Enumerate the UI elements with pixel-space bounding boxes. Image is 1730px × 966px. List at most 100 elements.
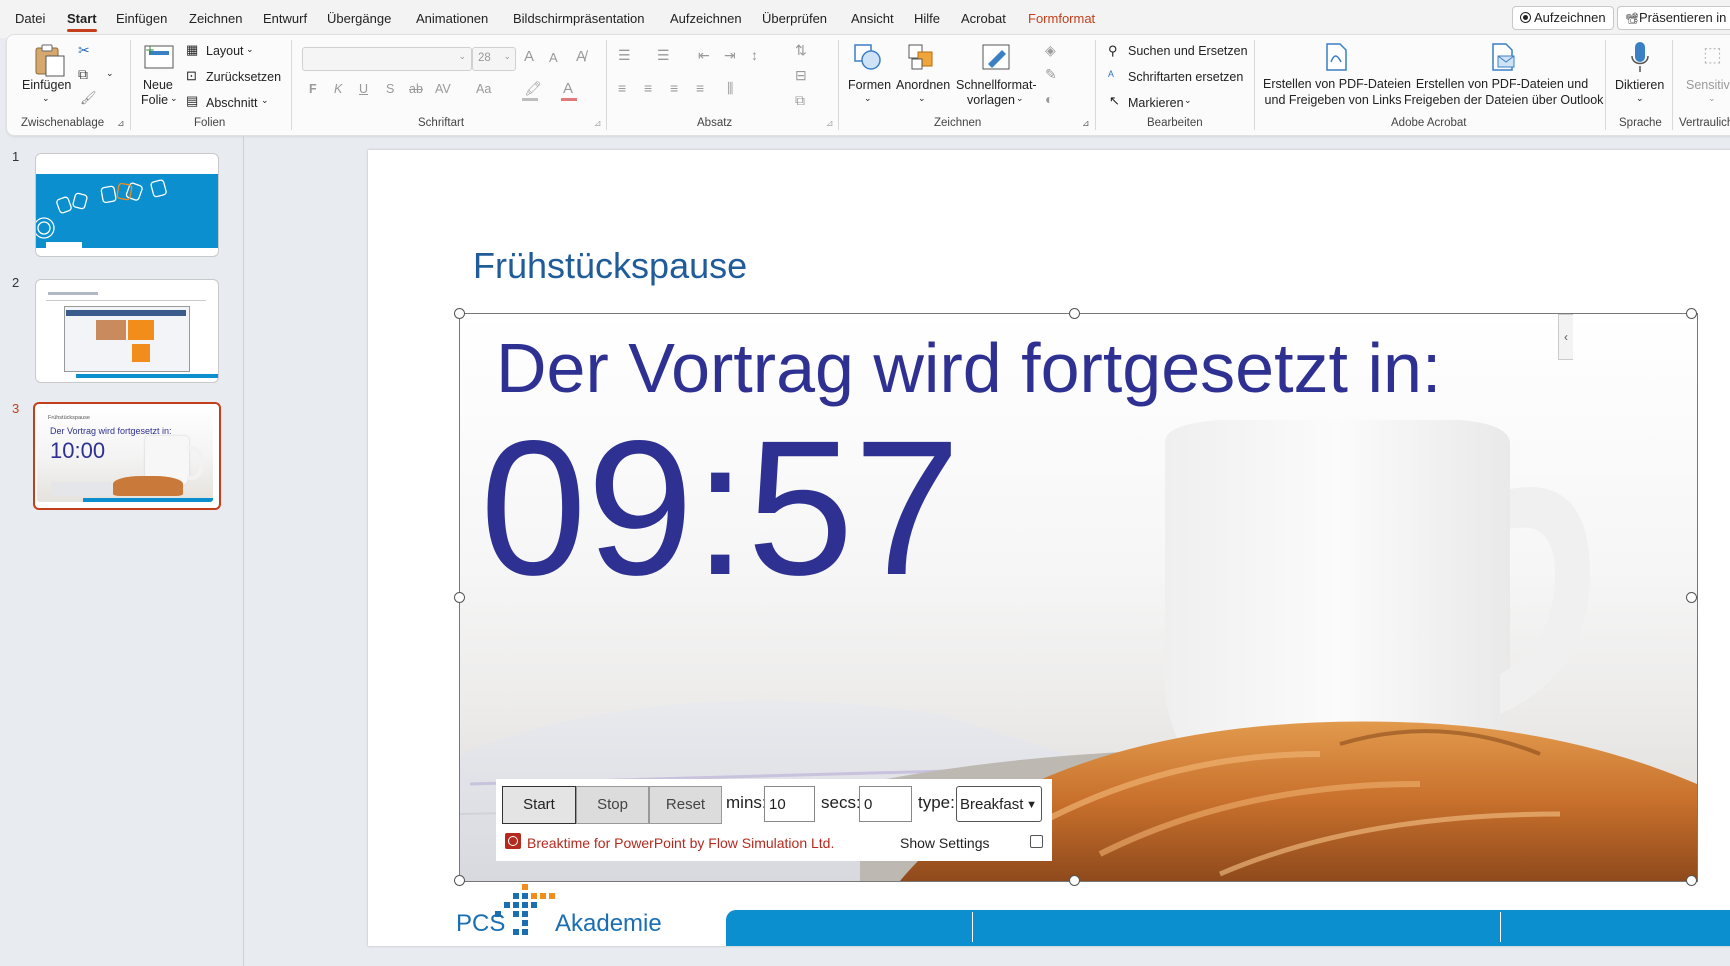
create-pdf-outlook-label-2[interactable]: Freigeben der Dateien über Outlook bbox=[1404, 93, 1603, 107]
tab-ueberpruefen[interactable]: Überprüfen bbox=[762, 11, 827, 26]
strikethrough-button[interactable]: ab bbox=[409, 82, 423, 96]
line-spacing-icon[interactable]: ↕ bbox=[751, 47, 758, 63]
search-icon[interactable]: ⚲ bbox=[1108, 43, 1118, 59]
font-grow-button[interactable]: A bbox=[524, 48, 534, 65]
dictate-chevron-icon[interactable]: ⌄ bbox=[1636, 93, 1644, 104]
tab-aufzeichnen[interactable]: Aufzeichnen bbox=[670, 11, 742, 26]
columns-icon[interactable]: ⫼ bbox=[727, 80, 733, 97]
slide-thumbnail-3[interactable]: Frühstückspause Der Vortrag wird fortges… bbox=[33, 402, 221, 510]
align-left-icon[interactable]: ≡ bbox=[618, 80, 626, 96]
reset-slide-button[interactable]: Zurücksetzen bbox=[206, 70, 281, 84]
pdf-link-icon[interactable] bbox=[1322, 42, 1350, 77]
select-button[interactable]: Markieren bbox=[1128, 96, 1184, 110]
underline-button[interactable]: U bbox=[359, 82, 368, 96]
resize-handle-top-right[interactable] bbox=[1686, 308, 1697, 319]
new-slide-chevron-icon[interactable]: ⌄ bbox=[170, 93, 178, 104]
new-slide-icon[interactable]: + bbox=[143, 42, 175, 77]
shadow-button[interactable]: S bbox=[386, 82, 394, 96]
tab-einfuegen[interactable]: Einfügen bbox=[116, 11, 167, 26]
clear-formatting-icon[interactable]: A̸ bbox=[576, 48, 586, 65]
shape-fill-icon[interactable]: ◈ bbox=[1045, 42, 1056, 59]
slide-canvas[interactable]: Frühstückspause ‹ Der Vortrag wird fortg… bbox=[368, 150, 1730, 946]
change-case-button[interactable]: Aa bbox=[476, 82, 491, 96]
align-right-icon[interactable]: ≡ bbox=[670, 80, 678, 96]
text-direction-icon[interactable]: ⇅ bbox=[795, 42, 807, 59]
sensitivity-icon[interactable]: ⬚ bbox=[1703, 42, 1722, 67]
drawing-launcher-icon[interactable]: ⊿ bbox=[1082, 118, 1090, 129]
paste-icon[interactable] bbox=[32, 42, 66, 83]
resize-handle-bottom-right[interactable] bbox=[1686, 875, 1697, 886]
tab-start[interactable]: Start bbox=[67, 11, 97, 32]
tab-formformat[interactable]: Formformat bbox=[1028, 11, 1095, 26]
font-size-select[interactable]: 28 ⌄ bbox=[472, 47, 516, 71]
create-pdf-outlook-label-1[interactable]: Erstellen von PDF-Dateien und bbox=[1404, 77, 1600, 91]
tab-ansicht[interactable]: Ansicht bbox=[851, 11, 894, 26]
tab-datei[interactable]: Datei bbox=[15, 11, 45, 26]
replace-fonts-button[interactable]: Schriftarten ersetzen bbox=[1128, 70, 1243, 84]
section-chevron-icon[interactable]: ⌄ bbox=[261, 95, 269, 106]
show-settings-checkbox[interactable] bbox=[1030, 835, 1043, 848]
bold-button[interactable]: F bbox=[309, 82, 317, 96]
layout-icon[interactable]: ▦ bbox=[186, 42, 198, 58]
cut-icon[interactable]: ✂ bbox=[78, 42, 90, 59]
breaktime-credit-link[interactable]: Breaktime for PowerPoint by Flow Simulat… bbox=[527, 835, 834, 851]
reset-button[interactable]: Reset bbox=[649, 786, 722, 824]
slide-thumbnail-2[interactable] bbox=[35, 279, 219, 383]
replace-fonts-icon[interactable]: ᴬ bbox=[1108, 68, 1114, 83]
new-slide-label[interactable]: Neue bbox=[143, 78, 173, 92]
present-button[interactable]: 📽Präsentieren in T bbox=[1617, 6, 1730, 30]
quick-styles-icon[interactable] bbox=[980, 42, 1014, 77]
copy-icon[interactable]: ⧉ bbox=[78, 66, 88, 83]
tab-entwurf[interactable]: Entwurf bbox=[263, 11, 307, 26]
paragraph-launcher-icon[interactable]: ⊿ bbox=[826, 118, 834, 129]
dictate-button-label[interactable]: Diktieren bbox=[1615, 78, 1664, 92]
slide-title[interactable]: Frühstückspause bbox=[473, 245, 747, 287]
microphone-icon[interactable] bbox=[1629, 40, 1651, 79]
shape-outline-icon[interactable]: ✎ bbox=[1045, 66, 1057, 83]
reset-icon[interactable]: ⊡ bbox=[186, 68, 197, 84]
sensitivity-button-label[interactable]: Sensitivi bbox=[1686, 78, 1730, 92]
slide-thumbnail-1[interactable] bbox=[35, 153, 219, 257]
arrange-icon[interactable] bbox=[906, 42, 938, 77]
shape-effects-icon[interactable]: ◐ bbox=[1045, 91, 1053, 107]
decrease-indent-icon[interactable]: ⇤ bbox=[698, 47, 710, 64]
font-color-icon[interactable]: A bbox=[563, 80, 573, 97]
arrange-chevron-icon[interactable]: ⌄ bbox=[918, 93, 926, 104]
section-icon[interactable]: ▤ bbox=[186, 93, 198, 109]
tab-hilfe[interactable]: Hilfe bbox=[914, 11, 940, 26]
tab-bildschirmpraesentation[interactable]: Bildschirmpräsentation bbox=[513, 11, 645, 26]
shapes-button-label[interactable]: Formen bbox=[848, 78, 891, 92]
resize-handle-top[interactable] bbox=[1069, 308, 1080, 319]
layout-button[interactable]: Layout bbox=[206, 44, 244, 58]
smartart-icon[interactable]: ⧉ bbox=[795, 92, 805, 109]
resize-handle-right[interactable] bbox=[1686, 592, 1697, 603]
find-replace-button[interactable]: Suchen und Ersetzen bbox=[1128, 44, 1248, 58]
paste-button-label[interactable]: Einfügen bbox=[22, 78, 71, 92]
record-button[interactable]: Aufzeichnen bbox=[1512, 6, 1614, 30]
secs-input[interactable]: 0 bbox=[859, 786, 912, 822]
align-center-icon[interactable]: ≡ bbox=[644, 80, 652, 96]
font-family-select[interactable]: ⌄ bbox=[302, 47, 472, 71]
sensitivity-chevron-icon[interactable]: ⌄ bbox=[1708, 93, 1716, 104]
copy-chevron-icon[interactable]: ⌄ bbox=[106, 68, 114, 79]
select-chevron-icon[interactable]: ⌄ bbox=[1184, 95, 1192, 106]
type-select[interactable]: Breakfast ▼ bbox=[956, 786, 1042, 822]
paste-chevron-icon[interactable]: ⌄ bbox=[42, 93, 50, 104]
clipboard-launcher-icon[interactable]: ⊿ bbox=[117, 118, 125, 129]
font-launcher-icon[interactable]: ⊿ bbox=[594, 118, 602, 129]
layout-chevron-icon[interactable]: ⌄ bbox=[246, 44, 254, 55]
format-painter-icon[interactable]: 🖌 bbox=[80, 90, 97, 106]
highlight-icon[interactable]: 🖍 bbox=[524, 80, 542, 97]
section-button[interactable]: Abschnitt bbox=[206, 96, 257, 110]
resize-handle-bottom[interactable] bbox=[1069, 875, 1080, 886]
create-pdf-links-label-2[interactable]: und Freigeben von Links bbox=[1263, 93, 1403, 107]
mins-input[interactable]: 10 bbox=[764, 786, 815, 822]
collapse-panel-icon[interactable]: ‹ bbox=[1558, 314, 1573, 360]
shapes-chevron-icon[interactable]: ⌄ bbox=[864, 93, 872, 104]
stop-button[interactable]: Stop bbox=[576, 786, 649, 824]
breaktime-addin-frame[interactable]: ‹ Der Vortrag wird fortgesetzt in: 09:57… bbox=[460, 314, 1697, 881]
tab-zeichnen[interactable]: Zeichnen bbox=[189, 11, 242, 26]
pdf-outlook-icon[interactable] bbox=[1488, 42, 1518, 77]
numbering-icon[interactable]: ☰ bbox=[657, 47, 670, 64]
resize-handle-left[interactable] bbox=[454, 592, 465, 603]
